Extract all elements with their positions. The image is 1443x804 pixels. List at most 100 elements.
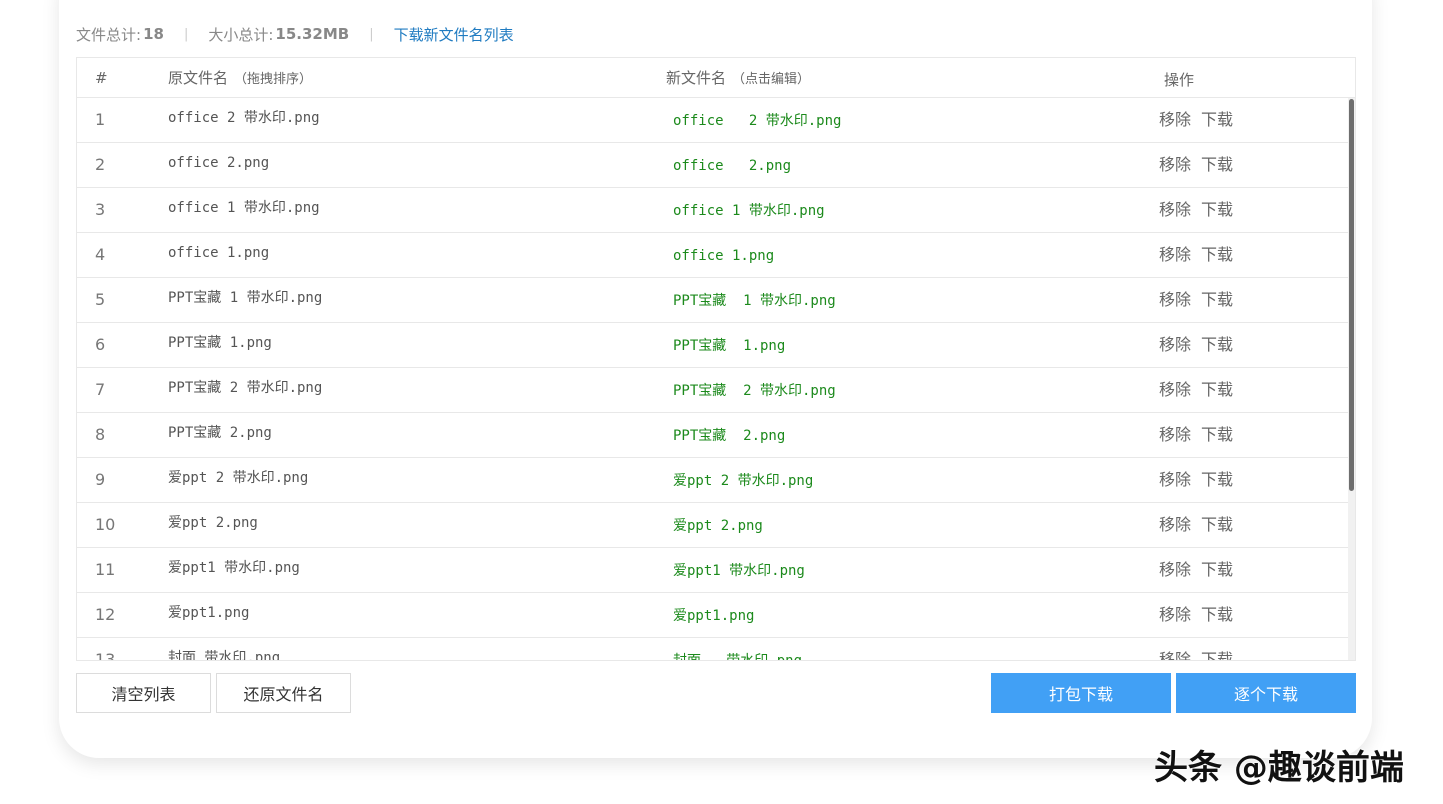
download-link[interactable]: 下载: [1201, 200, 1233, 219]
original-filename[interactable]: PPT宝藏 1.png: [168, 323, 272, 363]
header-original-name[interactable]: 原文件名 （拖拽排序）: [168, 58, 312, 100]
table-header: # 原文件名 （拖拽排序） 新文件名 （点击编辑） 操作: [77, 58, 1355, 98]
original-filename[interactable]: office 2 带水印.png: [168, 98, 320, 138]
file-count-label: 文件总计:: [76, 25, 142, 44]
scrollbar-thumb[interactable]: [1349, 99, 1354, 491]
remove-link[interactable]: 移除: [1159, 470, 1191, 489]
original-filename[interactable]: 爱ppt 2.png: [168, 503, 258, 543]
download-name-list-link[interactable]: 下载新文件名列表: [394, 24, 514, 45]
download-link[interactable]: 下载: [1201, 650, 1233, 660]
table-row[interactable]: 12 爱ppt1.png 爱ppt1.png 移除 下载: [77, 593, 1349, 638]
original-filename[interactable]: office 2.png: [168, 143, 269, 183]
watermark-text: 头条 @趣谈前端: [1154, 748, 1404, 788]
download-link[interactable]: 下载: [1201, 605, 1233, 624]
download-each-button[interactable]: 逐个下载: [1176, 673, 1356, 713]
original-filename[interactable]: office 1.png: [168, 233, 269, 273]
row-actions: 移除 下载: [1159, 323, 1233, 367]
stats-separator: |: [183, 26, 189, 42]
original-filename[interactable]: 爱ppt1 带水印.png: [168, 548, 300, 588]
download-link[interactable]: 下载: [1201, 155, 1233, 174]
size-total-value: 15.32MB: [275, 25, 350, 43]
table-row[interactable]: 1 office 2 带水印.png office 2 带水印.png 移除 下载: [77, 98, 1349, 143]
table-row[interactable]: 9 爱ppt 2 带水印.png 爱ppt 2 带水印.png 移除 下载: [77, 458, 1349, 503]
table-row[interactable]: 6 PPT宝藏 1.png PPT宝藏 1.png 移除 下载: [77, 323, 1349, 368]
download-link[interactable]: 下载: [1201, 515, 1233, 534]
table-row[interactable]: 4 office 1.png office 1.png 移除 下载: [77, 233, 1349, 278]
download-link[interactable]: 下载: [1201, 470, 1233, 489]
remove-link[interactable]: 移除: [1159, 200, 1191, 219]
remove-link[interactable]: 移除: [1159, 335, 1191, 354]
remove-link[interactable]: 移除: [1159, 380, 1191, 399]
table-row[interactable]: 7 PPT宝藏 2 带水印.png PPT宝藏 2 带水印.png 移除 下载: [77, 368, 1349, 413]
download-link[interactable]: 下载: [1201, 560, 1233, 579]
original-filename[interactable]: 爱ppt1.png: [168, 593, 249, 633]
original-filename[interactable]: PPT宝藏 2 带水印.png: [168, 368, 322, 408]
original-filename[interactable]: 封面 带水印.png: [168, 638, 280, 660]
new-filename-editable[interactable]: office 2 带水印.png: [673, 98, 841, 144]
remove-link[interactable]: 移除: [1159, 290, 1191, 309]
new-filename-editable[interactable]: 爱ppt 2.png: [673, 503, 763, 549]
remove-link[interactable]: 移除: [1159, 155, 1191, 174]
file-table: # 原文件名 （拖拽排序） 新文件名 （点击编辑） 操作 1 office 2 带水印…: [76, 57, 1356, 661]
row-actions: 移除 下载: [1159, 458, 1233, 502]
remove-link[interactable]: 移除: [1159, 245, 1191, 264]
row-actions: 移除 下载: [1159, 548, 1233, 592]
original-filename[interactable]: 爱ppt 2 带水印.png: [168, 458, 308, 498]
new-filename-editable[interactable]: PPT宝藏 1 带水印.png: [673, 278, 836, 324]
new-filename-editable[interactable]: 封面 带水印.png: [673, 638, 802, 660]
new-filename-editable[interactable]: PPT宝藏 1.png: [673, 323, 785, 369]
remove-link[interactable]: 移除: [1159, 425, 1191, 444]
row-index: 10: [95, 515, 116, 534]
original-filename[interactable]: PPT宝藏 1 带水印.png: [168, 278, 322, 318]
clear-list-button[interactable]: 清空列表: [76, 673, 211, 713]
download-link[interactable]: 下载: [1201, 425, 1233, 444]
stats-separator-2: |: [369, 26, 374, 42]
row-actions: 移除 下载: [1159, 368, 1233, 412]
row-actions: 移除 下载: [1159, 638, 1233, 660]
row-actions: 移除 下载: [1159, 593, 1233, 637]
original-filename[interactable]: office 1 带水印.png: [168, 188, 320, 228]
new-filename-editable[interactable]: office 1 带水印.png: [673, 188, 825, 234]
new-filename-editable[interactable]: 爱ppt1.png: [673, 593, 754, 639]
remove-link[interactable]: 移除: [1159, 560, 1191, 579]
header-original-label: 原文件名: [168, 69, 229, 87]
zip-download-button[interactable]: 打包下载: [991, 673, 1171, 713]
header-index: #: [95, 69, 108, 87]
download-link[interactable]: 下载: [1201, 110, 1233, 129]
table-row[interactable]: 10 爱ppt 2.png 爱ppt 2.png 移除 下载: [77, 503, 1349, 548]
remove-link[interactable]: 移除: [1159, 110, 1191, 129]
new-filename-editable[interactable]: office 1.png: [673, 233, 774, 279]
new-filename-editable[interactable]: PPT宝藏 2 带水印.png: [673, 368, 836, 414]
new-filename-editable[interactable]: PPT宝藏 2.png: [673, 413, 785, 459]
table-row[interactable]: 2 office 2.png office 2.png 移除 下载: [77, 143, 1349, 188]
table-row[interactable]: 5 PPT宝藏 1 带水印.png PPT宝藏 1 带水印.png 移除 下载: [77, 278, 1349, 323]
row-actions: 移除 下载: [1159, 188, 1233, 232]
header-new-label: 新文件名: [666, 69, 727, 87]
table-row[interactable]: 3 office 1 带水印.png office 1 带水印.png 移除 下载: [77, 188, 1349, 233]
new-filename-editable[interactable]: 爱ppt 2 带水印.png: [673, 458, 813, 504]
row-index: 3: [95, 200, 106, 219]
table-row[interactable]: 8 PPT宝藏 2.png PPT宝藏 2.png 移除 下载: [77, 413, 1349, 458]
download-link[interactable]: 下载: [1201, 290, 1233, 309]
row-index: 9: [95, 470, 106, 489]
row-index: 7: [95, 380, 106, 399]
header-new-hint: （点击编辑）: [732, 72, 811, 87]
restore-names-button[interactable]: 还原文件名: [216, 673, 351, 713]
remove-link[interactable]: 移除: [1159, 650, 1191, 660]
download-link[interactable]: 下载: [1201, 245, 1233, 264]
download-link[interactable]: 下载: [1201, 380, 1233, 399]
new-filename-editable[interactable]: 爱ppt1 带水印.png: [673, 548, 805, 594]
new-filename-editable[interactable]: office 2.png: [673, 143, 791, 189]
table-row[interactable]: 11 爱ppt1 带水印.png 爱ppt1 带水印.png 移除 下载: [77, 548, 1349, 593]
table-scrollbar[interactable]: [1348, 98, 1355, 660]
table-row[interactable]: 13 封面 带水印.png 封面 带水印.png 移除 下载: [77, 638, 1349, 661]
row-index: 12: [95, 605, 116, 624]
remove-link[interactable]: 移除: [1159, 515, 1191, 534]
remove-link[interactable]: 移除: [1159, 605, 1191, 624]
download-link[interactable]: 下载: [1201, 335, 1233, 354]
original-filename[interactable]: PPT宝藏 2.png: [168, 413, 272, 453]
row-index: 4: [95, 245, 106, 264]
row-index: 13: [95, 650, 116, 661]
row-actions: 移除 下载: [1159, 233, 1233, 277]
table-body[interactable]: 1 office 2 带水印.png office 2 带水印.png 移除 下载 2 of…: [77, 98, 1349, 661]
